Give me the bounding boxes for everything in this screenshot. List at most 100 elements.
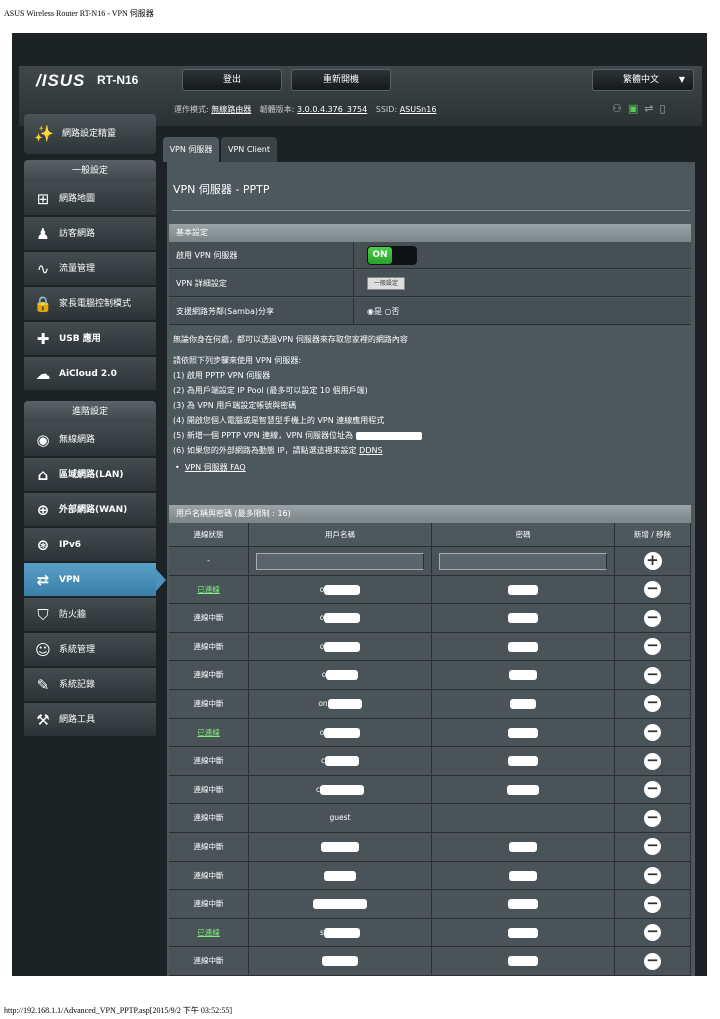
remove-user-button[interactable]: − xyxy=(615,832,691,861)
new-username-input[interactable] xyxy=(256,553,424,570)
quick-setup-button[interactable]: ✨ 網路設定精靈 xyxy=(24,114,156,154)
desc-line: (4) 開啟您個人電腦或是智慧型手機上的 VPN 連線應用程式 xyxy=(173,416,385,425)
sidebar-item-log[interactable]: ✎ 系統記錄 xyxy=(24,668,156,702)
remove-user-button[interactable]: − xyxy=(615,804,691,832)
add-user-button[interactable]: + xyxy=(615,547,691,575)
tab-vpn-client[interactable]: VPN Client xyxy=(221,137,277,162)
sidebar-item-wireless[interactable]: ◉ 無線網路 xyxy=(24,423,156,457)
col-add-remove: 新增 / 移除 xyxy=(615,523,691,546)
status-cell: 連線中斷 xyxy=(169,947,249,975)
ssid-label: SSID: xyxy=(375,105,398,114)
redacted-username xyxy=(324,870,356,881)
enable-row: 啟用 VPN 伺服器 ON xyxy=(169,242,691,269)
desc-line-text: (6) 如果您的外部網路為動態 IP，請點選這裡來設定 xyxy=(173,446,357,455)
logout-button[interactable]: 登出 xyxy=(182,69,282,91)
status-text: 連線中斷 xyxy=(193,870,224,880)
password-cell xyxy=(432,775,615,804)
detail-select[interactable]: 一般設定 xyxy=(367,277,405,290)
status-connected-link[interactable]: 已連線 xyxy=(197,928,220,937)
sidebar-item-shield[interactable]: ⛉ 防火牆 xyxy=(24,598,156,632)
redacted-password xyxy=(507,784,539,795)
new-password-input[interactable] xyxy=(439,553,607,570)
sidebar-item-traffic[interactable]: ∿ 流量管理 xyxy=(24,252,156,286)
usb-icon[interactable]: ⇌ xyxy=(644,102,659,115)
reboot-button[interactable]: 重新開機 xyxy=(291,69,391,91)
traffic-icon: ∿ xyxy=(36,260,50,278)
sidebar-item-globe[interactable]: ⊕ 外部網路(WAN) xyxy=(24,493,156,527)
status-text: 連線中斷 xyxy=(193,670,224,680)
minus-icon: − xyxy=(644,695,661,713)
enable-label: 啟用 VPN 伺服器 xyxy=(169,242,354,269)
status-text: 連線中斷 xyxy=(193,613,224,623)
clients-icon[interactable]: ⚇ xyxy=(612,102,628,115)
minus-icon: − xyxy=(644,638,661,656)
remove-user-button[interactable]: − xyxy=(615,661,691,689)
username-cell: on xyxy=(249,689,432,718)
shield-icon: ⛉ xyxy=(37,606,49,624)
sidebar-item-guest-network[interactable]: ♟ 訪客網路 xyxy=(24,217,156,251)
sidebar-item-label: AiCloud 2.0 xyxy=(59,369,117,379)
remove-user-button[interactable]: − xyxy=(615,747,691,775)
faq-link[interactable]: VPN 伺服器 FAQ xyxy=(185,463,246,472)
model-name: RT-N16 xyxy=(97,73,139,87)
status-connected-link[interactable]: 已連線 xyxy=(197,585,220,594)
username-cell: o xyxy=(249,718,432,747)
sidebar-item-network-map[interactable]: ⊞ 網路地圖 xyxy=(24,182,156,216)
internet-status-icon[interactable]: ▣ xyxy=(628,102,644,115)
desc-line: 無論你身在何處，都可以透過VPN 伺服器來存取您家裡的網路內容 xyxy=(173,335,408,344)
samba-yes-radio[interactable]: ◉ xyxy=(367,307,374,316)
fw-link[interactable]: 3.0.0.4.376_3754 xyxy=(297,105,367,114)
remove-user-button[interactable]: − xyxy=(615,689,691,718)
plus-icon: + xyxy=(643,552,662,570)
remove-user-button[interactable]: − xyxy=(615,718,691,747)
sidebar-item-usb-puzzle[interactable]: ✚ USB 應用 xyxy=(24,322,156,356)
mode-link[interactable]: 無線路由器 xyxy=(211,105,251,114)
remove-user-button[interactable]: − xyxy=(615,890,691,918)
sidebar-item-home[interactable]: ⌂ 區域網路(LAN) xyxy=(24,458,156,492)
status-cell: 連線中斷 xyxy=(169,747,249,775)
sidebar-item-cloud[interactable]: ☁ AiCloud 2.0 xyxy=(24,357,156,391)
minus-icon: − xyxy=(644,895,661,913)
router-admin-frame: /ISUS RT-N16 登出 重新開機 繁體中文 ▼ 運作模式: 無線路由器 韌… xyxy=(12,33,707,976)
status-text: 連線中斷 xyxy=(193,841,224,851)
tab-vpn-server[interactable]: VPN 伺服器 xyxy=(163,137,219,162)
minus-icon: − xyxy=(644,781,661,799)
ssid-link[interactable]: ASUSn16 xyxy=(400,105,437,114)
asus-logo: /ISUS xyxy=(36,71,86,90)
status-cell: 連線中斷 xyxy=(169,890,249,918)
remove-user-button[interactable]: − xyxy=(615,775,691,804)
username-cell: guest xyxy=(249,804,432,832)
samba-no-radio[interactable]: ○ xyxy=(385,307,392,316)
remove-user-button[interactable]: − xyxy=(615,861,691,890)
divider xyxy=(172,210,690,211)
sidebar-item-lock[interactable]: 🔒 家長電腦控制模式 xyxy=(24,287,156,321)
log-icon: ✎ xyxy=(36,676,50,694)
redacted-username xyxy=(324,641,361,652)
wireless-icon: ◉ xyxy=(36,431,50,449)
username-cell xyxy=(249,832,432,861)
status-cell: 已連線 xyxy=(169,718,249,747)
ipv6-icon: ⊛ xyxy=(36,536,50,554)
remove-user-button[interactable]: − xyxy=(615,632,691,661)
remove-user-button[interactable]: − xyxy=(615,947,691,975)
tools-icon: ⚒ xyxy=(36,711,50,729)
language-select[interactable]: 繁體中文 ▼ xyxy=(592,69,694,91)
ddns-link[interactable]: DDNS xyxy=(359,446,382,455)
status-connected-link[interactable]: 已連線 xyxy=(197,728,220,737)
remove-user-button[interactable]: − xyxy=(615,918,691,947)
sidebar-item-vpn[interactable]: ⇄ VPN xyxy=(24,563,166,597)
toggle-on-label: ON xyxy=(368,247,392,264)
sidebar-item-tools[interactable]: ⚒ 網路工具 xyxy=(24,703,156,737)
sidebar-item-admin[interactable]: ☺ 系統管理 xyxy=(24,633,156,667)
username-cell: o xyxy=(249,661,432,689)
sidebar-item-label: 區域網路(LAN) xyxy=(59,470,124,480)
printer-icon[interactable]: ▯ xyxy=(660,102,672,115)
sidebar-item-ipv6[interactable]: ⊛ IPv6 xyxy=(24,528,156,562)
enable-toggle[interactable]: ON xyxy=(367,246,417,265)
remove-user-button[interactable]: − xyxy=(615,604,691,632)
guest-network-icon: ♟ xyxy=(36,225,50,243)
minus-icon: − xyxy=(644,924,661,942)
username-cell xyxy=(249,947,432,975)
redacted-password xyxy=(508,641,538,652)
remove-user-button[interactable]: − xyxy=(615,575,691,604)
